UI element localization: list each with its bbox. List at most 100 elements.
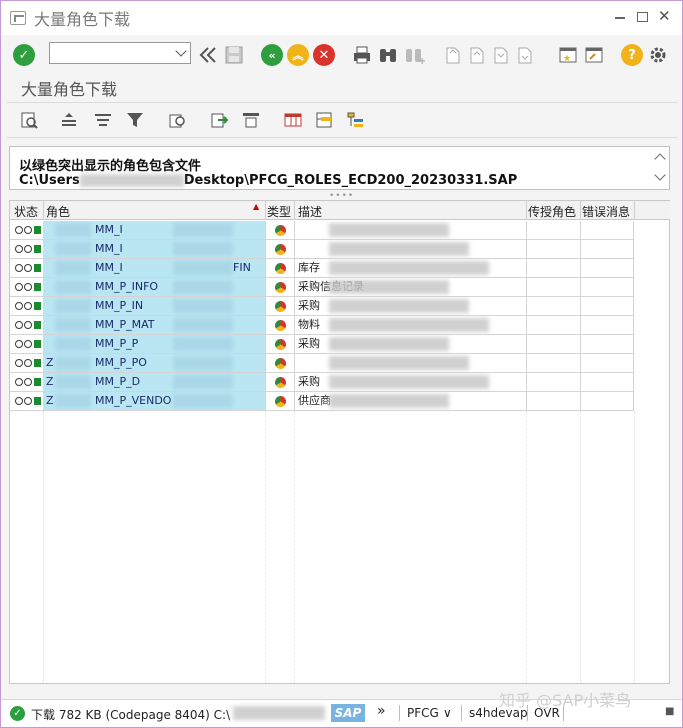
print-icon[interactable] [351,44,373,66]
role-cell[interactable]: MM_P_MAT [43,316,265,334]
status-cell [10,278,43,296]
column-header-error-message[interactable]: 错误消息 [582,203,630,220]
description-cell: 库存 [294,259,526,277]
next-page-icon[interactable] [489,44,511,66]
role-name[interactable]: MM_P_INFO [95,278,158,296]
layout-icon[interactable] [241,110,261,130]
find-icon[interactable] [377,44,399,66]
role-cell[interactable]: MM_P_IN [43,297,265,315]
single-role-icon [275,377,286,388]
save-icon[interactable] [223,44,245,66]
status-expand-icon[interactable]: » [377,703,386,719]
column-header-transport-role[interactable]: 传授角色 [528,203,576,220]
role-cell[interactable]: MM_I [43,240,265,258]
find-next-icon[interactable]: + [403,44,425,66]
single-role-icon [275,282,286,293]
table-row[interactable]: MM_I [10,240,634,259]
table-row[interactable]: MM_I FIN 库存 [10,259,634,278]
role-name[interactable]: MM_P_PO [95,354,147,372]
cancel-icon[interactable]: ✕ [313,44,335,66]
role-cell[interactable]: Z MM_P_PO [43,354,265,372]
table-row[interactable]: MM_I [10,221,634,240]
expand-all-icon[interactable] [314,110,334,130]
role-name[interactable]: MM_P_D [95,373,140,391]
table-row[interactable]: Z MM_P_D 采购 [10,373,634,392]
role-cell[interactable]: MM_I [43,221,265,239]
role-name[interactable]: MM_I [95,240,123,258]
role-cell[interactable]: Z MM_P_VENDO [43,392,265,410]
column-header-role[interactable]: 角色 [46,203,70,220]
enter-checkmark-icon[interactable]: ✓ [13,44,35,66]
table-row[interactable]: MM_P_P 采购 [10,335,634,354]
column-header-type[interactable]: 类型 [267,203,291,220]
help-icon[interactable]: ? [621,44,643,66]
description-cell: 供应商 [294,392,526,410]
table-row[interactable]: MM_P_IN 采购 [10,297,634,316]
sort-ascending-icon[interactable] [59,110,79,130]
status-green-icon [34,264,41,272]
role-cell[interactable]: MM_P_P [43,335,265,353]
info-scrollbar[interactable] [651,147,669,189]
status-light-icon [15,226,23,234]
role-name[interactable]: MM_P_VENDO [95,392,171,410]
command-input[interactable] [50,43,170,63]
settings-gear-icon[interactable] [647,44,669,66]
role-name[interactable]: MM_I [95,259,123,277]
status-cell [10,297,43,315]
status-light-icon [24,340,32,348]
role-name[interactable]: MM_P_P [95,335,138,353]
chevron-down-icon[interactable] [175,45,187,57]
scroll-down-icon[interactable] [654,169,666,181]
role-cell[interactable]: MM_I FIN [43,259,265,277]
grid-header: 状态 角色 ▲ 类型 描述 传授角色 错误消息 [10,201,670,220]
table-row[interactable]: Z MM_P_PO [10,354,634,373]
success-checkmark-icon: ✓ [10,706,25,721]
status-message[interactable]: 下载 782 KB (Codepage 8404) C:\Us [31,706,231,723]
description-cell [294,354,526,372]
command-field[interactable] [49,42,191,64]
exit-icon[interactable]: ︽ [287,44,309,66]
table-row[interactable]: Z MM_P_VENDO 供应商 [10,392,634,411]
column-header-description[interactable]: 描述 [298,203,322,220]
status-green-icon [34,302,41,310]
single-role-icon [275,225,286,236]
system-dropdown-chevron-icon[interactable]: ∨ [443,706,452,720]
window-menu-icon[interactable] [10,11,26,25]
maximize-icon[interactable] [637,12,648,22]
collapse-all-icon[interactable] [346,110,366,130]
status-light-icon [15,264,23,272]
status-light-icon [15,378,23,386]
first-page-icon[interactable] [441,44,463,66]
role-cell[interactable]: Z MM_P_D [43,373,265,391]
role-name[interactable]: MM_P_MAT [95,316,155,334]
double-left-chevron-icon[interactable] [197,44,219,66]
close-window-icon[interactable]: ✕ [658,9,671,24]
status-green-icon [34,397,41,405]
back-icon[interactable]: « [261,44,283,66]
column-header-status[interactable]: 状态 [14,203,38,220]
previous-page-icon[interactable] [465,44,487,66]
print-preview-icon[interactable] [167,110,187,130]
error-message-cell [580,240,634,258]
status-light-icon [24,283,32,291]
details-icon[interactable] [19,110,39,130]
minimize-icon[interactable] [615,11,627,23]
single-role-icon [275,320,286,331]
filter-icon[interactable] [125,110,145,130]
role-cell[interactable]: MM_P_INFO [43,278,265,296]
status-light-icon [24,245,32,253]
shortcut-icon[interactable] [583,44,605,66]
table-row[interactable]: MM_P_INFO 采购信息记录 [10,278,634,297]
export-icon[interactable] [209,110,229,130]
lock-icon: ■ [665,706,675,717]
table-view-icon[interactable] [283,110,303,130]
scroll-up-icon[interactable] [654,153,666,165]
type-cell [265,259,294,277]
sort-descending-icon[interactable] [93,110,113,130]
role-name[interactable]: MM_I [95,221,123,239]
role-name[interactable]: MM_P_IN [95,297,143,315]
last-page-icon[interactable] [513,44,535,66]
create-session-icon[interactable]: ★ [557,44,579,66]
table-row[interactable]: MM_P_MAT 物料 [10,316,634,335]
status-light-icon [15,359,23,367]
